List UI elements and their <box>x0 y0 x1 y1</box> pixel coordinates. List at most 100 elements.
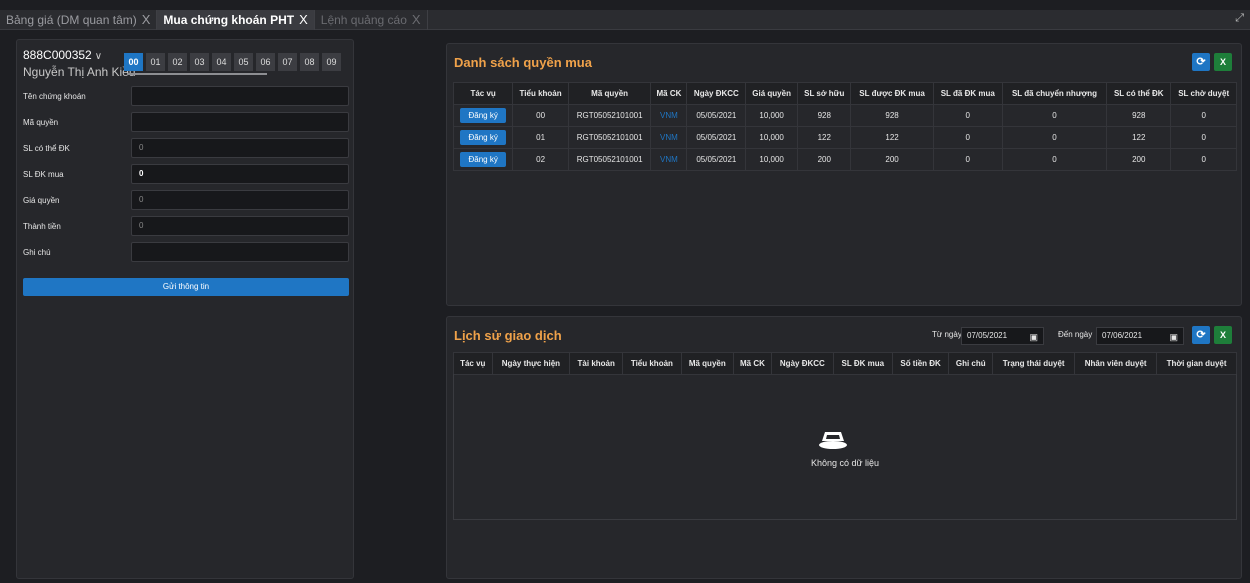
table-row: Đăng ký 01 RGT05052101001 VNM 05/05/2021… <box>452 126 1237 149</box>
excel-export-icon[interactable]: X <box>1214 53 1232 71</box>
rights-table: Tác vụ Tiểu khoản Mã quyền Mã CK Ngày ĐK… <box>452 82 1237 171</box>
account-id: 888C000352 <box>23 48 92 62</box>
column-header: Ngày ĐKCC <box>686 82 747 105</box>
form-row-right-price: Giá quyền 0 <box>23 190 349 210</box>
cell-owned: 928 <box>796 104 852 127</box>
column-header: SL đã chuyển nhượng <box>1001 82 1108 105</box>
subaccount-tab[interactable]: 06 <box>256 53 275 71</box>
amount-field: 0 <box>131 216 349 236</box>
column-header: SL sở hữu <box>796 82 852 105</box>
field-label: Mã quyền <box>23 117 59 127</box>
cell-symbol-link[interactable]: VNM <box>650 126 688 149</box>
table-header-row: Tác vụ Ngày thực hiện Tài khoản Tiểu kho… <box>453 352 1237 375</box>
to-date-input[interactable]: 07/06/2021 ▣ <box>1096 327 1184 345</box>
column-header: Tác vụ <box>453 352 493 375</box>
form-row-note: Ghi chú <box>23 242 349 262</box>
tab-price-board[interactable]: Bảng giá (DM quan tâm) X <box>0 9 158 30</box>
subaccount-tab[interactable]: 01 <box>146 53 165 71</box>
subaccount-tab[interactable]: 02 <box>168 53 187 71</box>
column-header: Mã quyền <box>567 82 652 105</box>
note-input[interactable] <box>131 242 349 262</box>
cell-available: 200 <box>1106 148 1172 171</box>
available-qty-field: 0 <box>131 138 349 158</box>
register-button[interactable]: Đăng ký <box>460 152 506 167</box>
tab-ad-orders[interactable]: Lệnh quảng cáo X <box>315 9 428 30</box>
cell-owned: 200 <box>796 148 852 171</box>
expand-icon[interactable]: ⤢ <box>1235 12 1244 25</box>
register-button[interactable]: Đăng ký <box>460 108 506 123</box>
subaccount-tab[interactable]: 07 <box>278 53 297 71</box>
chevron-down-icon: ∨ <box>94 51 103 62</box>
excel-export-icon[interactable]: X <box>1214 326 1232 344</box>
subaccount-tab[interactable]: 03 <box>190 53 209 71</box>
subaccount-tab[interactable]: 00 <box>124 53 143 71</box>
security-name-input[interactable] <box>131 86 349 106</box>
right-code-input[interactable] <box>131 112 349 132</box>
tab-label: Bảng giá (DM quan tâm) <box>6 12 137 27</box>
cell-pending: 0 <box>1170 148 1237 171</box>
cell-eligible: 928 <box>850 104 934 127</box>
form-row-right-code: Mã quyền <box>23 112 349 132</box>
cell-symbol-link[interactable]: VNM <box>650 148 688 171</box>
column-header: SL đã ĐK mua <box>932 82 1003 105</box>
from-date-value: 07/05/2021 <box>967 331 1008 340</box>
history-table: Tác vụ Ngày thực hiện Tài khoản Tiểu kho… <box>453 352 1237 375</box>
form-row-register-qty: SL ĐK mua 0 <box>23 164 349 184</box>
cell-registered: 0 <box>932 126 1003 149</box>
column-header: Mã quyền <box>680 352 734 375</box>
column-header: SL chờ duyệt <box>1170 82 1237 105</box>
column-header: Ngày ĐKCC <box>770 352 834 375</box>
calendar-icon[interactable]: ▣ <box>1169 329 1178 345</box>
subaccount-tab[interactable]: 05 <box>234 53 253 71</box>
column-header: Tác vụ <box>452 82 514 105</box>
column-header: SL ĐK mua <box>832 352 893 375</box>
register-button[interactable]: Đăng ký <box>460 130 506 145</box>
account-selector[interactable]: 888C000352 ∨ <box>23 48 102 62</box>
field-label: Giá quyền <box>23 195 60 205</box>
column-header: Thời gian duyệt <box>1156 352 1237 375</box>
calendar-icon[interactable]: ▣ <box>1029 329 1038 345</box>
register-qty-input[interactable]: 0 <box>131 164 349 184</box>
account-holder-name: Nguyễn Thị Anh Kiều <box>23 65 136 79</box>
subaccount-tab[interactable]: 09 <box>322 53 341 71</box>
column-header: SL được ĐK mua <box>850 82 934 105</box>
field-label: SL có thể ĐK <box>23 143 70 153</box>
subaccount-tab[interactable]: 08 <box>300 53 319 71</box>
column-header: SL có thể ĐK <box>1106 82 1172 105</box>
close-icon[interactable]: X <box>299 12 308 27</box>
field-label: SL ĐK mua <box>23 169 64 179</box>
cell-subaccount: 00 <box>512 104 569 127</box>
right-price-field: 0 <box>131 190 349 210</box>
empty-inbox-icon <box>819 432 847 449</box>
refresh-icon[interactable]: ⟳ <box>1192 326 1210 344</box>
cell-symbol-link[interactable]: VNM <box>650 104 688 127</box>
field-label: Tên chứng khoán <box>23 91 86 101</box>
cell-pending: 0 <box>1170 104 1237 127</box>
submit-button[interactable]: Gửi thông tin <box>23 278 349 296</box>
column-header: Mã CK <box>650 82 688 105</box>
tab-label: Lệnh quảng cáo <box>320 12 407 27</box>
column-header: Nhân viên duyệt <box>1074 352 1158 375</box>
cell-registered: 0 <box>932 104 1003 127</box>
empty-message: Không có dữ liệu <box>810 458 880 468</box>
column-header: Mã CK <box>732 352 772 375</box>
from-date-input[interactable]: 07/05/2021 ▣ <box>961 327 1044 345</box>
subaccount-tab[interactable]: 04 <box>212 53 231 71</box>
column-header: Ghi chú <box>948 352 994 375</box>
cell-subaccount: 02 <box>512 148 569 171</box>
cell-transferred: 0 <box>1001 148 1108 171</box>
tab-buy-securities[interactable]: Mua chứng khoán PHT X <box>157 9 315 30</box>
column-header: Giá quyền <box>745 82 798 105</box>
close-icon[interactable]: X <box>412 12 421 27</box>
field-label: Thành tiền <box>23 221 61 231</box>
to-date-label: Đến ngày <box>1058 330 1093 339</box>
cell-right-code: RGT05052101001 <box>567 104 652 127</box>
subaccount-scrollbar[interactable] <box>127 73 267 75</box>
refresh-icon[interactable]: ⟳ <box>1192 53 1210 71</box>
to-date-value: 07/06/2021 <box>1102 331 1143 340</box>
column-header: Ngày thực hiện <box>491 352 571 375</box>
form-row-security-name: Tên chứng khoán <box>23 86 349 106</box>
tab-label: Mua chứng khoán PHT <box>163 12 295 27</box>
close-icon[interactable]: X <box>142 12 151 27</box>
field-label: Ghi chú <box>23 247 51 257</box>
